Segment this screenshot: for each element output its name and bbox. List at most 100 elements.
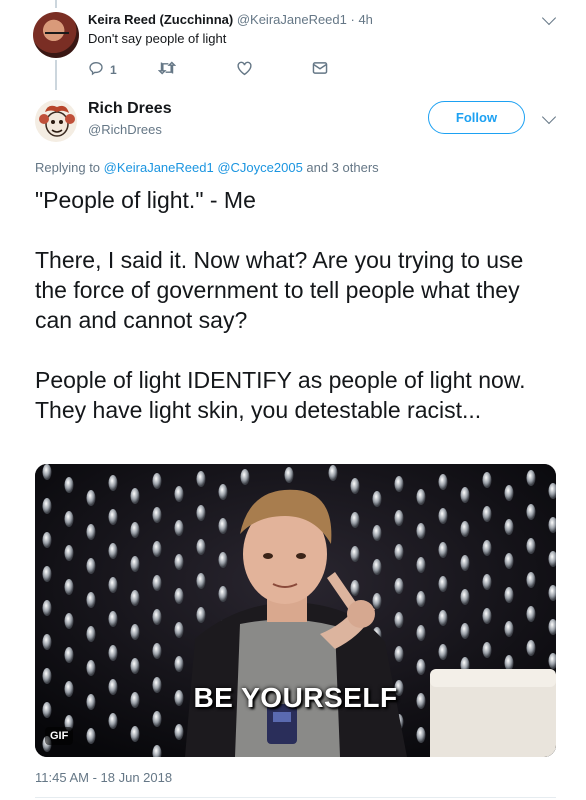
curtain-bead <box>64 579 74 595</box>
avatar[interactable] <box>35 100 77 142</box>
curtain-bead <box>350 478 360 494</box>
curtain-bead <box>42 498 52 514</box>
curtain-bead <box>174 486 184 502</box>
curtain-bead <box>504 519 514 535</box>
curtain-bead <box>108 543 118 559</box>
curtain-bead <box>196 539 206 555</box>
mention-link[interactable]: @KeiraJaneReed1 <box>104 160 214 175</box>
curtain-bead <box>108 509 118 525</box>
curtain-bead <box>108 645 118 661</box>
curtain-bead <box>438 508 448 524</box>
curtain-bead <box>504 621 514 637</box>
thread-line <box>55 60 57 90</box>
curtain-bead <box>372 559 382 575</box>
gif-media[interactable]: BE YOURSELF GIF <box>35 464 556 757</box>
curtain-bead <box>394 510 404 526</box>
reply-separator: · <box>346 12 359 27</box>
curtain-bead <box>86 592 96 608</box>
curtain-bead <box>504 655 514 671</box>
user-handle[interactable]: @RichDrees <box>88 122 162 137</box>
curtain-bead <box>64 477 74 493</box>
curtain-bead <box>174 520 184 536</box>
curtain-bead <box>394 612 404 628</box>
curtain-bead <box>240 469 250 485</box>
curtain-bead <box>86 728 96 744</box>
curtain-bead <box>108 475 118 491</box>
curtain-bead <box>482 574 492 590</box>
curtain-bead <box>438 576 448 592</box>
curtain-bead <box>504 587 514 603</box>
curtain-bead <box>42 634 52 650</box>
curtain-bead <box>218 518 228 534</box>
curtain-bead <box>152 507 162 523</box>
curtain-bead <box>394 476 404 492</box>
curtain-bead <box>174 724 184 740</box>
mention-link[interactable]: @CJoyce2005 <box>217 160 302 175</box>
tweet-timestamp[interactable]: 11:45 AM - 18 Jun 2018 <box>35 770 172 785</box>
curtain-bead <box>416 489 426 505</box>
curtain-bead <box>438 610 448 626</box>
avatar[interactable] <box>33 12 79 58</box>
curtain-bead <box>86 660 96 676</box>
like-button[interactable] <box>236 60 253 79</box>
curtain-bead <box>130 556 140 572</box>
curtain-bead <box>108 611 118 627</box>
curtain-bead <box>86 626 96 642</box>
curtain-bead <box>526 640 536 656</box>
curtain-bead <box>130 624 140 640</box>
display-name[interactable]: Rich Drees <box>88 100 172 118</box>
curtain-bead <box>196 505 206 521</box>
curtain-bead <box>328 465 338 481</box>
curtain-bead <box>42 566 52 582</box>
curtain-bead <box>42 464 52 480</box>
curtain-bead <box>372 491 382 507</box>
curtain-bead <box>152 643 162 659</box>
curtain-bead <box>174 656 184 672</box>
curtain-bead <box>526 504 536 520</box>
curtain-bead <box>394 646 404 662</box>
chevron-down-icon[interactable] <box>541 109 557 125</box>
curtain-bead <box>196 573 206 589</box>
curtain-bead <box>372 525 382 541</box>
tweet-paragraph: There, I said it. Now what? Are you tryi… <box>35 247 524 333</box>
curtain-bead <box>64 545 74 561</box>
reply-actions: 1 <box>88 60 348 80</box>
curtain-bead <box>174 588 184 604</box>
curtain-bead <box>64 613 74 629</box>
direct-message-button[interactable] <box>312 60 328 79</box>
curtain-bead <box>152 541 162 557</box>
follow-button[interactable]: Follow <box>428 101 525 134</box>
curtain-bead <box>86 524 96 540</box>
reply-button[interactable]: 1 <box>88 60 117 79</box>
curtain-bead <box>196 607 206 623</box>
reply-handle[interactable]: @KeiraJaneReed1 <box>237 12 347 27</box>
curtain-bead <box>130 658 140 674</box>
retweet-button[interactable] <box>157 60 177 79</box>
curtain-bead <box>526 470 536 486</box>
curtain-bead <box>438 474 448 490</box>
gif-badge: GIF <box>45 727 74 745</box>
curtain-bead <box>174 554 184 570</box>
curtain-bead <box>64 647 74 663</box>
curtain-bead <box>130 488 140 504</box>
retweet-icon <box>157 60 177 79</box>
curtain-bead <box>460 555 470 571</box>
chevron-down-icon[interactable] <box>541 10 557 26</box>
curtain-bead <box>394 544 404 560</box>
tweet-paragraph: "People of light." - Me <box>35 187 256 213</box>
curtain-bead <box>86 490 96 506</box>
tweet-paragraph: People of light IDENTIFY as people of li… <box>35 367 526 423</box>
thread-line <box>55 0 57 8</box>
reply-display-name[interactable]: Keira Reed (Zucchinna) <box>88 12 233 27</box>
curtain-bead <box>394 578 404 594</box>
curtain-bead <box>350 580 360 596</box>
reply-icon <box>88 60 104 79</box>
curtain-bead <box>482 540 492 556</box>
reply-age[interactable]: 4h <box>358 12 372 27</box>
reply-tweet[interactable]: Keira Reed (Zucchinna) @KeiraJaneReed1 ·… <box>0 0 586 90</box>
replying-others[interactable]: and 3 others <box>303 160 378 175</box>
curtain-bead <box>372 593 382 609</box>
curtain-bead <box>64 511 74 527</box>
curtain-bead <box>42 600 52 616</box>
curtain-bead <box>152 473 162 489</box>
